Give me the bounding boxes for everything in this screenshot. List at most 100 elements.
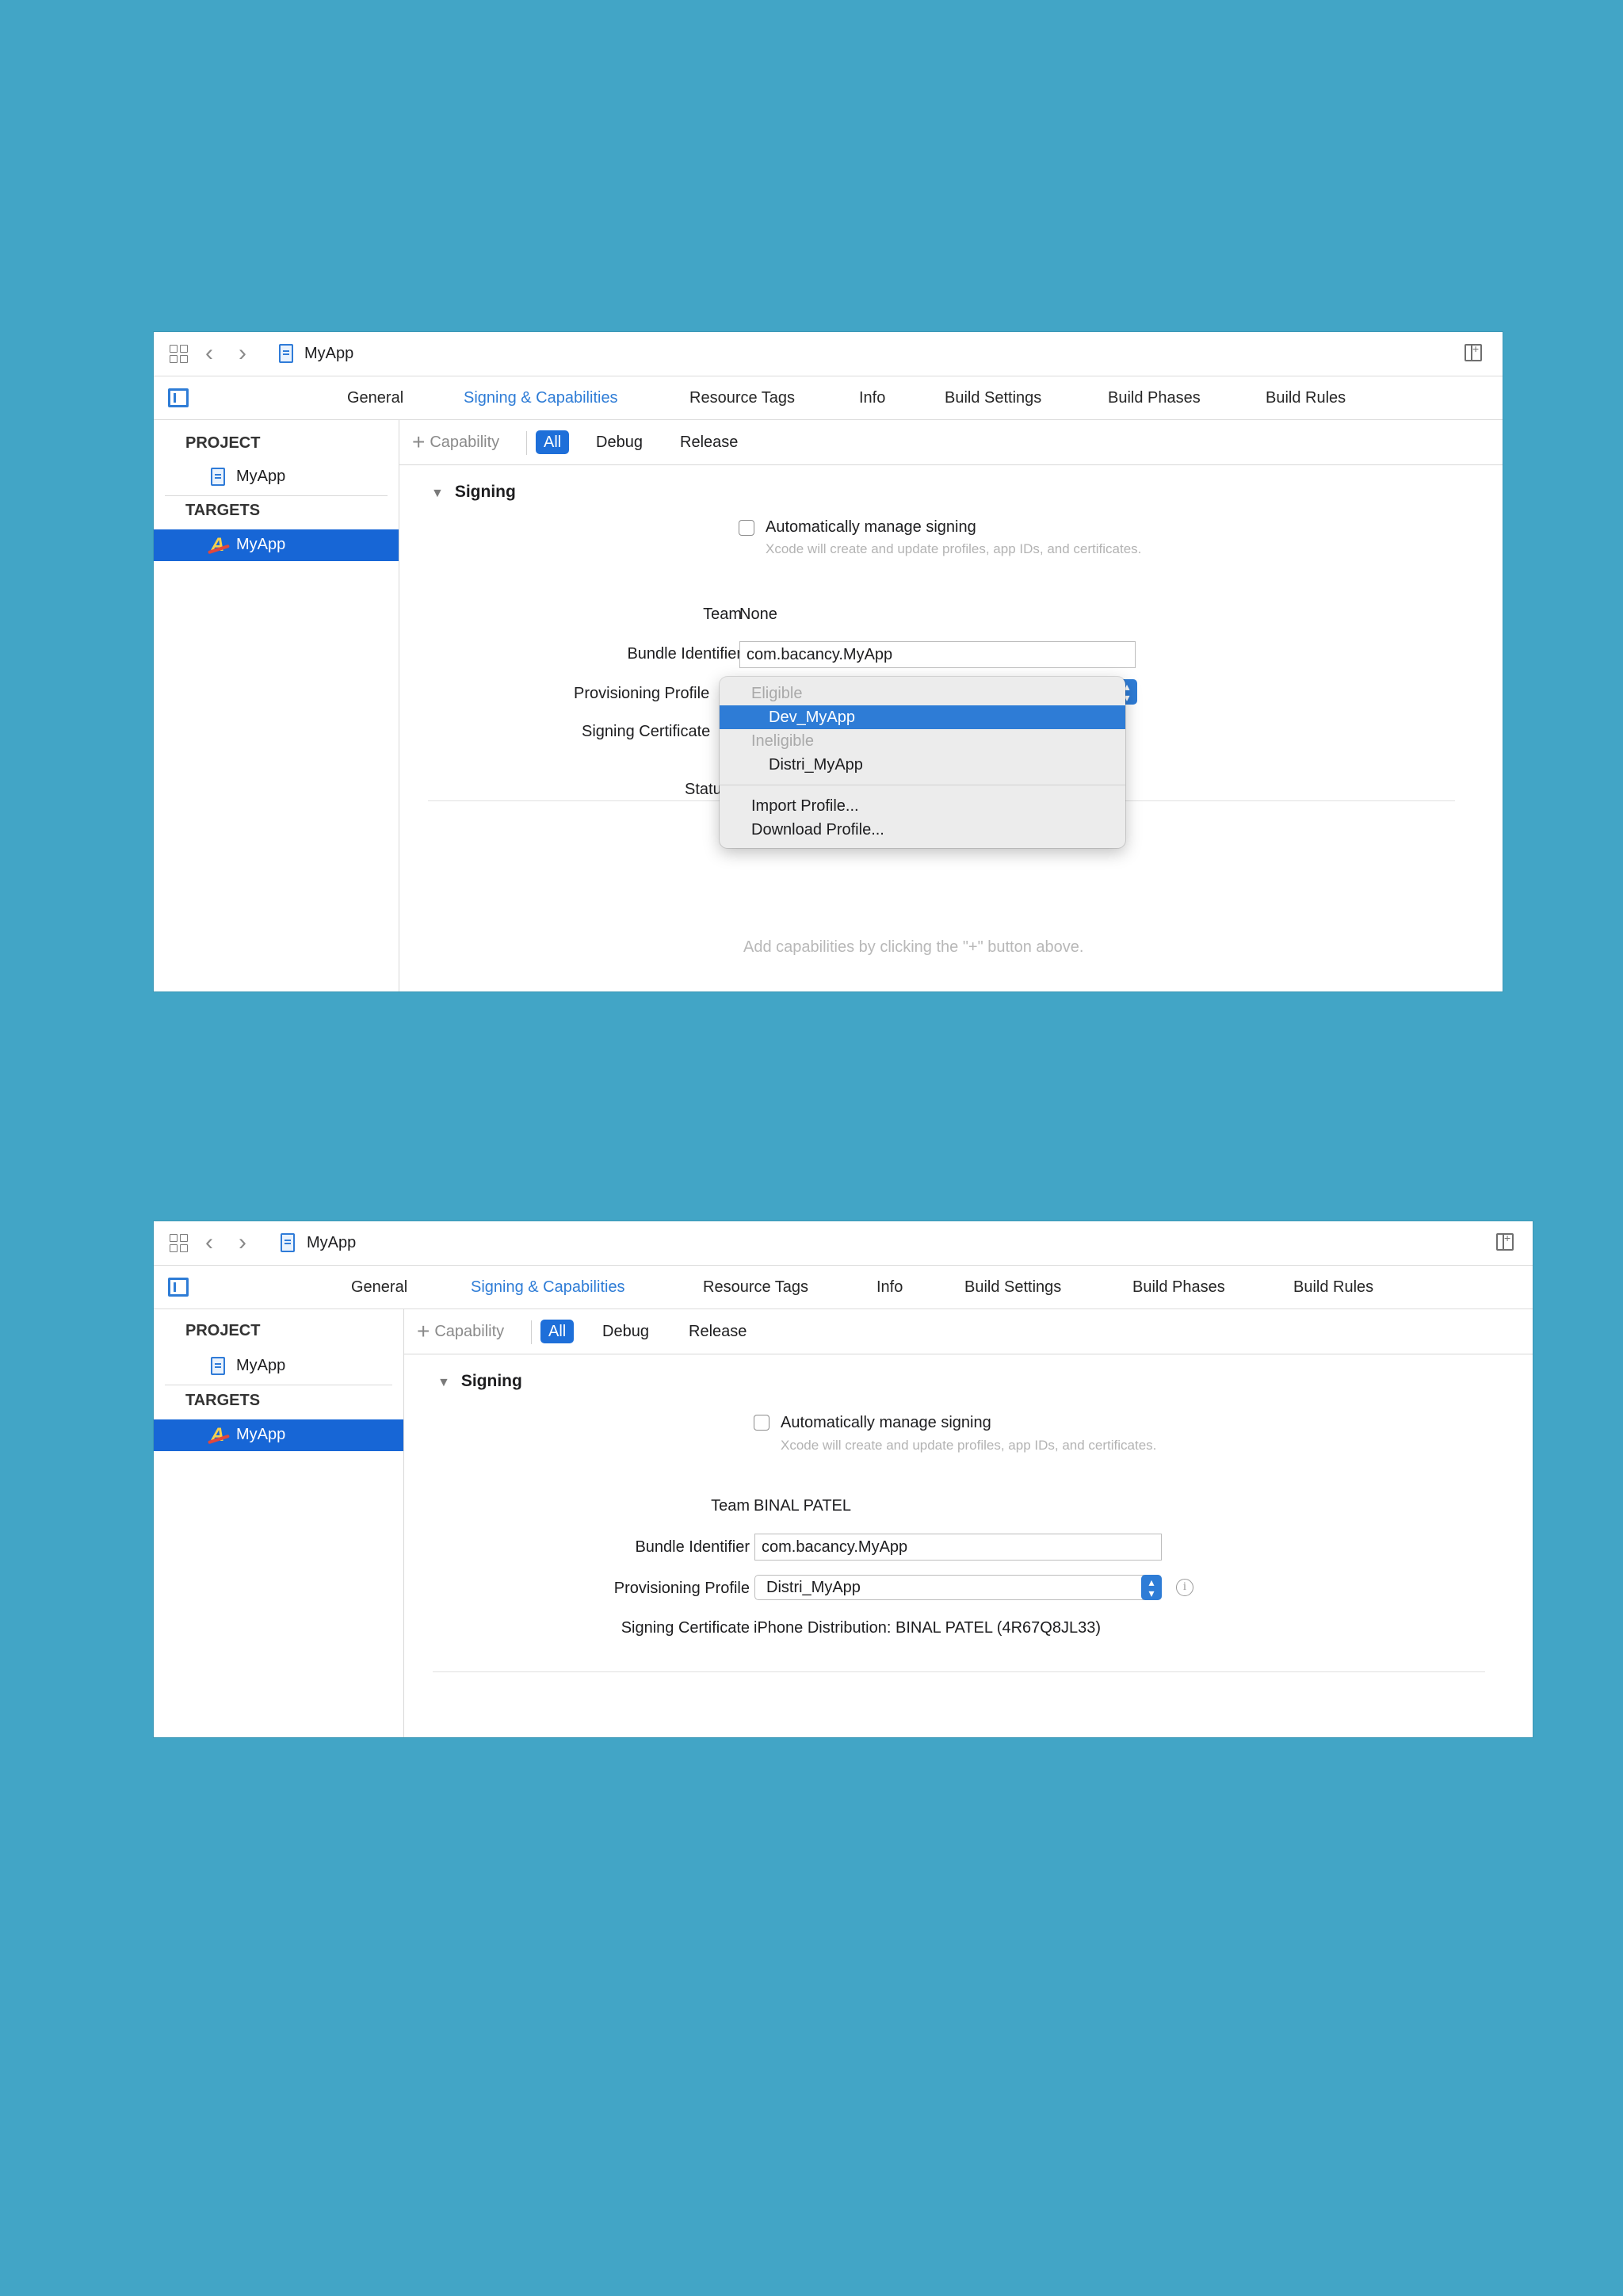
grid-icon[interactable] [168, 1232, 189, 1253]
provisioning-profile-label: Provisioning Profile [613, 1580, 750, 1597]
sidebar-toggle-icon[interactable] [168, 388, 189, 407]
tab-signing-capabilities[interactable]: Signing & Capabilities [464, 376, 618, 419]
bundle-identifier-label: Bundle Identifier [627, 645, 742, 663]
project-navigator: PROJECT MyApp TARGETS MyApp [154, 420, 399, 991]
menu-item-download-profile[interactable]: Download Profile... [720, 818, 1125, 842]
filter-release[interactable]: Release [672, 430, 746, 454]
filter-debug[interactable]: Debug [588, 430, 651, 454]
sidebar-item-label: MyApp [236, 536, 286, 553]
targets-header: TARGETS [185, 1392, 261, 1409]
targets-header: TARGETS [185, 502, 261, 519]
popup-selected-value: Distri_MyApp [766, 1579, 861, 1596]
back-icon[interactable]: ‹ [200, 1231, 219, 1255]
project-file-icon [279, 344, 293, 363]
project-header: PROJECT [185, 434, 261, 452]
menu-item-import-profile[interactable]: Import Profile... [720, 794, 1125, 818]
disclosure-triangle-icon[interactable]: ▼ [431, 487, 444, 501]
auto-manage-label[interactable]: Automatically manage signing [766, 518, 976, 537]
auto-manage-checkbox[interactable] [739, 520, 754, 536]
tab-build-phases[interactable]: Build Phases [1108, 376, 1201, 419]
capability-filterbar: + Capability All Debug Release [404, 1309, 1533, 1354]
team-label: Team [711, 1497, 750, 1515]
auto-manage-checkbox[interactable] [754, 1415, 769, 1431]
popup-stepper-icon: ▴ ▾ [1141, 1575, 1162, 1600]
sidebar-item-label: MyApp [236, 468, 286, 485]
sidebar-item-target[interactable]: MyApp [154, 1419, 403, 1451]
tab-resource-tags[interactable]: Resource Tags [689, 376, 795, 419]
tab-info[interactable]: Info [859, 376, 885, 419]
sidebar-item-project[interactable]: MyApp [154, 1350, 403, 1382]
xcode-window-profile-selected: ‹ › MyApp General Signing & Capabilities… [154, 1221, 1533, 1737]
sidebar-item-label: MyApp [236, 1426, 286, 1443]
sidebar-item-target[interactable]: MyApp [154, 529, 399, 561]
signing-certificate-label: Signing Certificate [582, 723, 711, 740]
signing-certificate-label: Signing Certificate [621, 1619, 750, 1637]
tab-build-settings[interactable]: Build Settings [945, 376, 1041, 419]
capability-filterbar: + Capability All Debug Release [399, 420, 1503, 465]
inspector-toggle-icon[interactable] [1465, 342, 1482, 361]
menu-header-eligible: Eligible [751, 685, 803, 702]
project-header: PROJECT [185, 1322, 261, 1339]
breadcrumb-title[interactable]: MyApp [304, 343, 353, 364]
app-icon [208, 1424, 231, 1446]
forward-icon[interactable]: › [233, 342, 252, 365]
project-file-icon [281, 1233, 295, 1252]
bundle-identifier-field[interactable]: com.bacancy.MyApp [754, 1534, 1162, 1561]
provisioning-profile-popup[interactable]: Distri_MyApp ▴ ▾ [754, 1575, 1162, 1600]
sidebar-item-label: MyApp [236, 1357, 286, 1374]
menu-item-dev-myapp[interactable]: Dev_MyApp [720, 705, 1125, 729]
team-value[interactable]: BINAL PATEL [754, 1497, 851, 1515]
team-label: Team [703, 606, 742, 623]
filter-all[interactable]: All [536, 430, 570, 454]
auto-manage-help: Xcode will create and update profiles, a… [766, 541, 1142, 556]
auto-manage-label[interactable]: Automatically manage signing [781, 1414, 991, 1432]
tab-info[interactable]: Info [876, 1266, 903, 1308]
team-value[interactable]: None [739, 606, 777, 624]
add-capability-button[interactable]: + Capability [417, 1319, 504, 1344]
project-navigator: PROJECT MyApp TARGETS MyApp [154, 1309, 404, 1737]
tab-general[interactable]: General [347, 376, 403, 419]
tab-resource-tags[interactable]: Resource Tags [703, 1266, 808, 1308]
sidebar-item-project[interactable]: MyApp [154, 461, 399, 493]
add-capability-button[interactable]: + Capability [412, 430, 499, 455]
breadcrumb-title[interactable]: MyApp [307, 1232, 356, 1253]
forward-icon[interactable]: › [233, 1231, 252, 1255]
grid-icon[interactable] [168, 343, 189, 364]
signing-certificate-value: iPhone Distribution: BINAL PATEL (4R67Q8… [754, 1619, 1101, 1637]
auto-manage-help: Xcode will create and update profiles, a… [781, 1438, 1157, 1453]
tab-signing-capabilities[interactable]: Signing & Capabilities [471, 1266, 625, 1308]
bundle-identifier-label: Bundle Identifier [635, 1538, 750, 1556]
back-icon[interactable]: ‹ [200, 342, 219, 365]
toolbar: ‹ › MyApp [154, 332, 1503, 376]
signing-section-header[interactable]: ▼ Signing [431, 483, 516, 502]
menu-item-distri-myapp[interactable]: Distri_MyApp [720, 753, 1125, 777]
divider [531, 1320, 532, 1344]
filter-all[interactable]: All [540, 1320, 575, 1343]
add-capability-label: Capability [434, 1323, 505, 1340]
app-icon [208, 534, 231, 556]
section-title: Signing [460, 1372, 522, 1390]
filter-debug[interactable]: Debug [594, 1320, 657, 1343]
divider [526, 431, 527, 455]
project-file-icon [211, 468, 225, 486]
signing-section-header[interactable]: ▼ Signing [437, 1372, 522, 1391]
tab-build-phases[interactable]: Build Phases [1132, 1266, 1225, 1308]
provisioning-profile-menu: Eligible Dev_MyApp Ineligible Distri_MyA… [720, 677, 1125, 848]
empty-capabilities-hint: Add capabilities by clicking the "+" but… [743, 938, 1084, 956]
xcode-window-dropdown-open: ‹ › MyApp General Signing & Capabilities… [154, 332, 1503, 991]
toolbar: ‹ › MyApp [154, 1221, 1533, 1266]
inspector-toggle-icon[interactable] [1496, 1232, 1514, 1251]
plus-icon: + [412, 430, 426, 454]
tab-general[interactable]: General [351, 1266, 407, 1308]
tab-build-rules[interactable]: Build Rules [1266, 376, 1346, 419]
filter-release[interactable]: Release [681, 1320, 754, 1343]
sidebar-toggle-icon[interactable] [168, 1278, 189, 1297]
tab-build-settings[interactable]: Build Settings [964, 1266, 1061, 1308]
info-icon[interactable]: i [1176, 1579, 1193, 1596]
project-file-icon [211, 1357, 225, 1375]
divider [165, 495, 388, 496]
section-title: Signing [454, 483, 516, 501]
bundle-identifier-field[interactable]: com.bacancy.MyApp [739, 641, 1136, 668]
disclosure-triangle-icon[interactable]: ▼ [437, 1376, 450, 1390]
tab-build-rules[interactable]: Build Rules [1293, 1266, 1373, 1308]
